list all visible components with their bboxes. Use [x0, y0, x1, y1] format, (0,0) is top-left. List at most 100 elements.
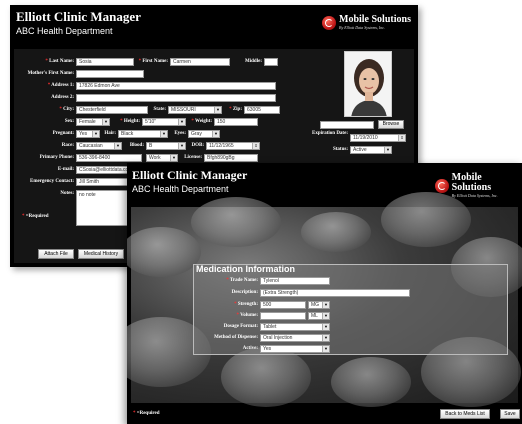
mobile-solutions-logo: Mobile Solutions By Elliott Data Systems… [435, 173, 522, 198]
active-label: Active: [242, 346, 258, 351]
app-title: Elliott Clinic Manager [132, 168, 248, 182]
chevron-down-icon: ▼ [160, 131, 167, 137]
volume-unit-select[interactable]: ML ▼ [308, 312, 330, 320]
hair-select[interactable]: Black ▼ [118, 130, 168, 138]
email-label: E-mail: [57, 167, 74, 172]
notes-label: Notes: [60, 191, 74, 196]
weight-label: * Weight: [191, 119, 212, 124]
address2-label: Address 2: [51, 95, 74, 100]
address2-field[interactable] [76, 94, 276, 102]
chevron-down-icon: ▼ [322, 302, 329, 308]
required-legend: * =Required [22, 214, 49, 219]
logo-icon [435, 178, 449, 193]
first-name-label: * First Name: [138, 59, 168, 64]
hair-label: Hair: [104, 131, 116, 136]
chevron-down-icon: ▼ [178, 143, 185, 149]
trade-name-label: * Trade Name: [226, 278, 258, 283]
dosage-format-label: Dosage Format: [223, 324, 258, 329]
address1-field[interactable]: 17826 Edmon Ave [76, 82, 276, 90]
chevron-down-icon: ▼ [322, 335, 329, 341]
first-name-field[interactable]: Carmen [170, 58, 230, 66]
zip-label: * Zip: [229, 107, 242, 112]
logo-name: Mobile Solutions [339, 14, 411, 25]
state-select[interactable]: MISSOURI ▼ [168, 106, 222, 114]
app-title: Elliott Clinic Manager [16, 9, 141, 24]
sex-label: Sex: [64, 119, 74, 124]
description-label: Description: [231, 290, 258, 295]
active-select[interactable]: Yes ▼ [260, 345, 330, 353]
city-field[interactable]: Chesterfield [76, 106, 148, 114]
dosage-format-select[interactable]: Tablet ▼ [260, 323, 330, 331]
medical-history-button[interactable]: Medical History [78, 249, 124, 259]
emergency-contact-field[interactable]: Jill Smith [76, 178, 128, 186]
patient-photo [344, 51, 392, 117]
eyes-label: Eyes: [174, 131, 186, 136]
strength-unit-select[interactable]: MG ▼ [308, 301, 330, 309]
chevron-down-icon: ▼ [322, 324, 329, 330]
zip-field[interactable]: 63005 [244, 106, 280, 114]
chevron-down-icon: ▼ [102, 119, 109, 125]
status-select[interactable]: Active ▼ [350, 146, 392, 154]
calendar-stepper-icon: ⇕ [398, 135, 405, 141]
sex-select[interactable]: Female ▼ [76, 118, 110, 126]
chevron-down-icon: ▼ [178, 119, 185, 125]
last-name-field[interactable]: Sosia [76, 58, 134, 66]
notes-textarea[interactable]: no note [76, 190, 128, 226]
license-field[interactable]: Bfgh890gBg [204, 154, 258, 162]
logo-tagline: By Elliott Data Systems, Inc. [339, 25, 385, 30]
save-button[interactable]: Save [500, 409, 520, 419]
attach-file-button[interactable]: Attach File [38, 249, 74, 259]
expiration-date-label: Expiration Date: [312, 131, 348, 136]
browse-button[interactable]: Browse [378, 120, 404, 129]
dob-picker[interactable]: 11/12/1965 ⇕ [206, 142, 260, 150]
eyes-select[interactable]: Gray ▼ [188, 130, 220, 138]
volume-field[interactable] [260, 312, 306, 320]
strength-field[interactable]: 500 [260, 301, 306, 309]
description-field[interactable]: (Extra Strength) [260, 289, 410, 297]
panel-title: Medication Information [196, 264, 295, 274]
middle-label: Middle: [245, 59, 262, 64]
last-name-label: * Last Name: [45, 59, 74, 64]
chevron-down-icon: ▼ [322, 346, 329, 352]
chevron-down-icon: ▼ [170, 155, 177, 161]
photo-path-field[interactable] [320, 121, 374, 129]
mothers-first-name-field[interactable] [76, 70, 144, 78]
pregnant-select[interactable]: Yes ▼ [76, 130, 100, 138]
race-select[interactable]: Caucasian ▼ [76, 142, 122, 150]
height-select[interactable]: 5'10" ▼ [142, 118, 186, 126]
primary-phone-field[interactable]: 536-396-8400 [76, 154, 142, 162]
expiration-date-picker[interactable]: 11/19/2010 ⇕ [350, 134, 406, 142]
address1-label: * Address 1: [47, 83, 74, 88]
license-label: License: [184, 155, 202, 160]
logo-tagline: By Elliott Data Systems, Inc. [451, 193, 498, 198]
medication-window: Elliott Clinic Manager ABC Health Depart… [127, 163, 522, 424]
method-of-dispense-select[interactable]: Oral Injection ▼ [260, 334, 330, 342]
blood-label: Blood: [129, 143, 144, 148]
blood-select[interactable]: B ▼ [146, 142, 186, 150]
trade-name-field[interactable]: Tylenol [260, 277, 330, 285]
department-name: ABC Health Department [16, 26, 113, 36]
department-name: ABC Health Department [132, 184, 229, 194]
status-label: Status: [332, 147, 348, 152]
primary-phone-label: Primary Phone: [39, 155, 74, 160]
middle-field[interactable] [264, 58, 278, 66]
chevron-down-icon: ▼ [114, 143, 121, 149]
medication-info-panel: Medication Information * Trade Name: Tyl… [193, 264, 508, 355]
weight-field[interactable]: 150 [214, 118, 258, 126]
logo-icon [322, 15, 336, 30]
chevron-down-icon: ▼ [212, 131, 219, 137]
mothers-first-name-label: Mother's First Name: [27, 71, 74, 76]
pregnant-label: Pregnant: [52, 131, 74, 136]
mobile-solutions-logo: Mobile Solutions By Elliott Data Systems… [322, 15, 411, 30]
required-legend: * =Required [133, 411, 160, 416]
back-to-meds-list-button[interactable]: Back to Meds List [440, 409, 490, 419]
phone-type-select[interactable]: Work ▼ [146, 154, 178, 162]
dob-label: DOB: [191, 143, 205, 148]
volume-label: * Volume: [236, 313, 258, 318]
calendar-stepper-icon: ⇕ [252, 143, 259, 149]
strength-label: * Strength: [234, 302, 258, 307]
logo-name: Mobile Solutions [451, 172, 492, 193]
method-of-dispense-label: Method of Dispense: [214, 335, 258, 340]
chevron-down-icon: ▼ [92, 131, 99, 137]
height-label: * Height: [120, 119, 140, 124]
